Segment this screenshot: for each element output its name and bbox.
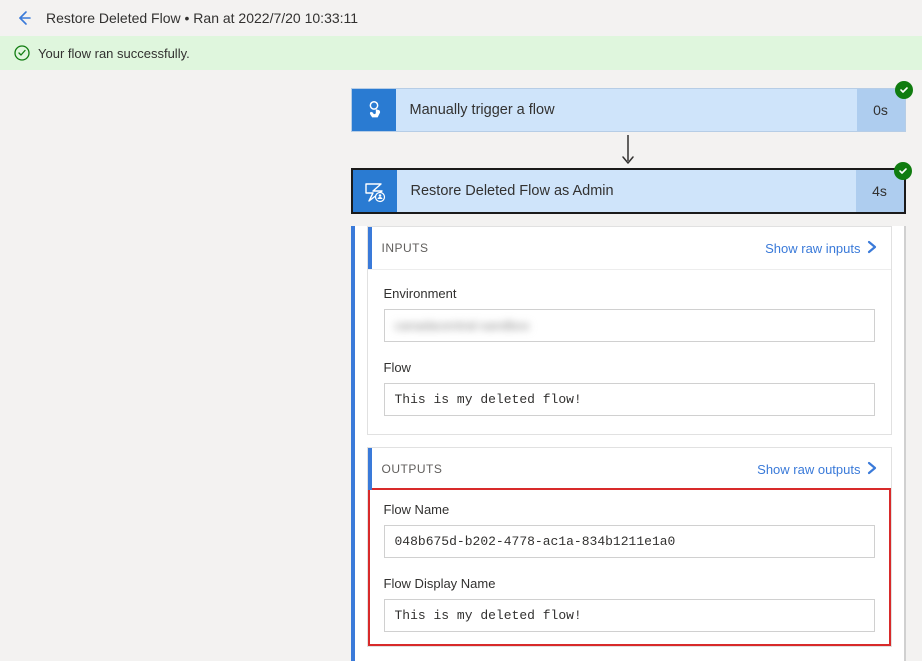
check-circle-icon [14,45,30,61]
flow-label: Flow [384,360,875,375]
section-accent [368,448,372,490]
environment-value: canadacentral-sandbox [384,309,875,342]
page-header: Restore Deleted Flow • Ran at 2022/7/20 … [0,0,922,36]
inputs-section: INPUTS Show raw inputs Environment [367,226,892,435]
action-panel: Restore Deleted Flow as Admin 4s INPUTS [351,168,906,661]
trigger-title: Manually trigger a flow [396,89,857,131]
success-banner: Your flow ran successfully. [0,36,922,70]
page-title: Restore Deleted Flow • Ran at 2022/7/20 … [46,10,358,26]
success-badge-icon [894,162,912,180]
show-raw-outputs-link[interactable]: Show raw outputs [757,461,876,478]
action-header[interactable]: Restore Deleted Flow as Admin 4s [351,168,906,214]
outputs-label: OUTPUTS [382,462,443,476]
show-raw-inputs-link[interactable]: Show raw inputs [765,240,876,257]
flow-value: This is my deleted flow! [384,383,875,416]
section-accent [368,227,372,269]
action-icon-box [353,170,397,212]
flow-display-name-field: Flow Display Name This is my deleted flo… [384,576,875,632]
environment-field: Environment canadacentral-sandbox [384,286,875,342]
chevron-right-icon [867,240,877,257]
arrow-down-icon [620,133,636,167]
flow-admin-icon [363,179,387,203]
action-title: Restore Deleted Flow as Admin [397,170,856,212]
flow-field: Flow This is my deleted flow! [384,360,875,416]
flow-display-name-value: This is my deleted flow! [384,599,875,632]
back-arrow-icon [16,10,32,26]
touch-icon [363,99,385,121]
outputs-highlight-box: Flow Name 048b675d-b202-4778-ac1a-834b12… [368,488,891,646]
show-raw-inputs-text: Show raw inputs [765,241,860,256]
flow-name-value: 048b675d-b202-4778-ac1a-834b1211e1a0 [384,525,875,558]
trigger-card[interactable]: Manually trigger a flow 0s [351,88,906,132]
flow-connector [620,132,636,168]
flow-canvas: Manually trigger a flow 0s [0,70,922,661]
flow-display-name-label: Flow Display Name [384,576,875,591]
inputs-header: INPUTS Show raw inputs [368,227,891,269]
outputs-header: OUTPUTS Show raw outputs [368,448,891,490]
flow-name-label: Flow Name [384,502,875,517]
trigger-icon-box [352,89,396,131]
success-badge-icon [895,81,913,99]
flow-name-field: Flow Name 048b675d-b202-4778-ac1a-834b12… [384,502,875,558]
action-body: INPUTS Show raw inputs Environment [351,226,906,661]
back-button[interactable] [10,4,38,32]
chevron-right-icon [867,461,877,478]
outputs-section: OUTPUTS Show raw outputs Flow Name [367,447,892,647]
success-message: Your flow ran successfully. [38,46,190,61]
show-raw-outputs-text: Show raw outputs [757,462,860,477]
environment-label: Environment [384,286,875,301]
inputs-label: INPUTS [382,241,429,255]
